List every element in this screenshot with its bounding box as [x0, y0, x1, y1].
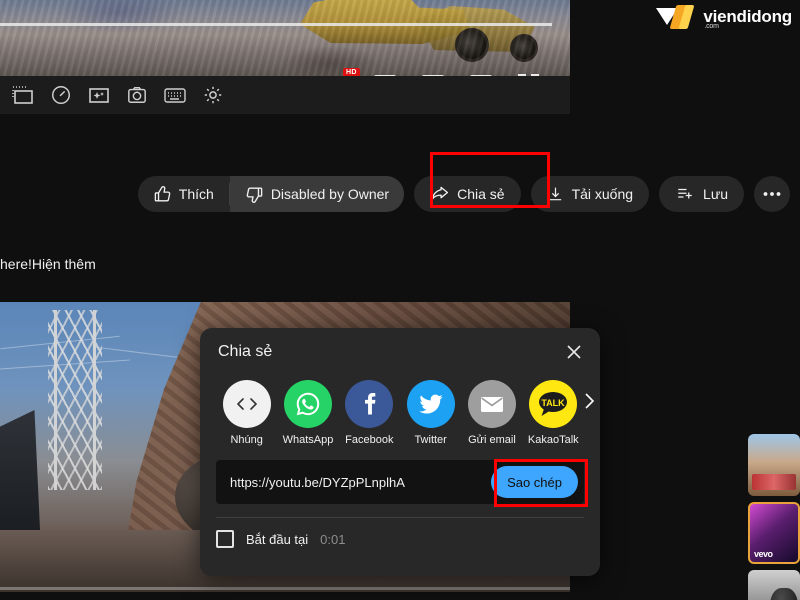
- save-button[interactable]: Lưu: [659, 176, 744, 212]
- share-target-label: Facebook: [345, 434, 394, 446]
- screenshot-region-icon[interactable]: [10, 84, 36, 106]
- vevo-badge: vevo: [754, 549, 773, 559]
- player-controls: HD: [0, 34, 570, 76]
- start-at-checkbox[interactable]: [216, 530, 234, 548]
- share-target-twitter[interactable]: Twitter: [400, 380, 461, 446]
- start-at-row: Bắt đầu tại 0:01: [200, 518, 600, 548]
- speed-gauge-icon[interactable]: [48, 84, 74, 106]
- list-item[interactable]: [748, 570, 800, 600]
- share-url-text: https://youtu.be/DYZpPLnplhA: [230, 474, 405, 490]
- share-dialog-title: Chia sẻ: [218, 343, 273, 360]
- video-description[interactable]: here! Hiện thêm: [0, 244, 800, 284]
- start-at-time[interactable]: 0:01: [320, 532, 345, 547]
- more-actions-button[interactable]: [754, 176, 790, 212]
- share-target-label: Gửi email: [468, 434, 516, 446]
- share-target-label: KakaoTalk: [527, 434, 579, 446]
- logo-icon: [656, 4, 696, 30]
- share-target-facebook[interactable]: Facebook: [339, 380, 400, 446]
- twitter-icon: [406, 380, 455, 428]
- whatsapp-icon: [283, 380, 332, 428]
- extension-toolbar: [0, 76, 570, 114]
- share-target-label: Twitter: [414, 434, 447, 446]
- lower-progress-bar[interactable]: [0, 587, 570, 590]
- description-text: here!: [0, 256, 32, 272]
- email-icon: [467, 380, 516, 428]
- camera-icon[interactable]: [124, 84, 150, 106]
- video-progress-bar[interactable]: [0, 23, 552, 26]
- share-label: Chia sẻ: [457, 186, 505, 202]
- embed-code-icon: [222, 380, 271, 428]
- page-body: Thích Disabled by Owner Chia sẻ Tải xuốn…: [0, 114, 800, 600]
- like-label: Thích: [178, 186, 214, 202]
- facebook-icon: [345, 380, 394, 428]
- video-player-top[interactable]: HD: [0, 0, 570, 76]
- copy-button[interactable]: Sao chép: [491, 466, 578, 498]
- share-target-email[interactable]: Gửi email: [461, 380, 522, 446]
- keyboard-icon[interactable]: [162, 84, 188, 106]
- download-label: Tải xuống: [571, 186, 634, 202]
- share-dialog: Chia sẻ Nhúng WhatsApp Facebook Twitter …: [200, 328, 600, 576]
- dislike-label: Disabled by Owner: [270, 186, 390, 202]
- list-item[interactable]: vevo: [748, 502, 800, 564]
- svg-text:TALK: TALK: [542, 398, 566, 408]
- list-item[interactable]: [748, 434, 800, 496]
- share-targets-row: Nhúng WhatsApp Facebook Twitter Gửi emai…: [200, 376, 600, 446]
- share-target-whatsapp[interactable]: WhatsApp: [277, 380, 338, 446]
- close-icon[interactable]: [562, 340, 586, 364]
- hd-badge: HD: [343, 68, 360, 76]
- like-button[interactable]: Thích: [138, 176, 229, 212]
- video-action-bar: Thích Disabled by Owner Chia sẻ Tải xuốn…: [0, 154, 800, 234]
- chevron-right-icon[interactable]: [576, 388, 600, 414]
- enhance-icon[interactable]: [86, 84, 112, 106]
- building-silhouette: [0, 410, 40, 530]
- logo-text: viendidong .com: [703, 7, 792, 30]
- logo-suffix: .com: [704, 23, 719, 30]
- related-videos-sidebar: vevo: [748, 434, 800, 600]
- download-button[interactable]: Tải xuống: [530, 176, 650, 212]
- like-dislike-group: Thích Disabled by Owner: [137, 176, 405, 212]
- start-at-label: Bắt đầu tại: [246, 531, 309, 547]
- save-label: Lưu: [703, 186, 728, 202]
- share-dialog-header: Chia sẻ: [200, 328, 600, 376]
- transmission-tower: [48, 310, 102, 490]
- show-more-link[interactable]: Hiện thêm: [32, 256, 96, 272]
- share-target-kakaotalk[interactable]: TALK KakaoTalk: [523, 380, 584, 446]
- share-target-label: WhatsApp: [282, 434, 334, 446]
- share-target-label: Nhúng: [230, 434, 263, 446]
- viendidong-watermark: viendidong .com: [656, 4, 792, 30]
- share-button[interactable]: Chia sẻ: [414, 176, 521, 212]
- share-target-embed[interactable]: Nhúng: [216, 380, 277, 446]
- screenshot-root: HD Thích Disabled by Owner Chia sẻ Tải x…: [0, 0, 800, 600]
- gear-icon[interactable]: [200, 84, 226, 106]
- dislike-button[interactable]: Disabled by Owner: [229, 176, 405, 212]
- kakaotalk-icon: TALK: [529, 380, 578, 428]
- share-url-row[interactable]: https://youtu.be/DYZpPLnplhA Sao chép: [216, 460, 584, 504]
